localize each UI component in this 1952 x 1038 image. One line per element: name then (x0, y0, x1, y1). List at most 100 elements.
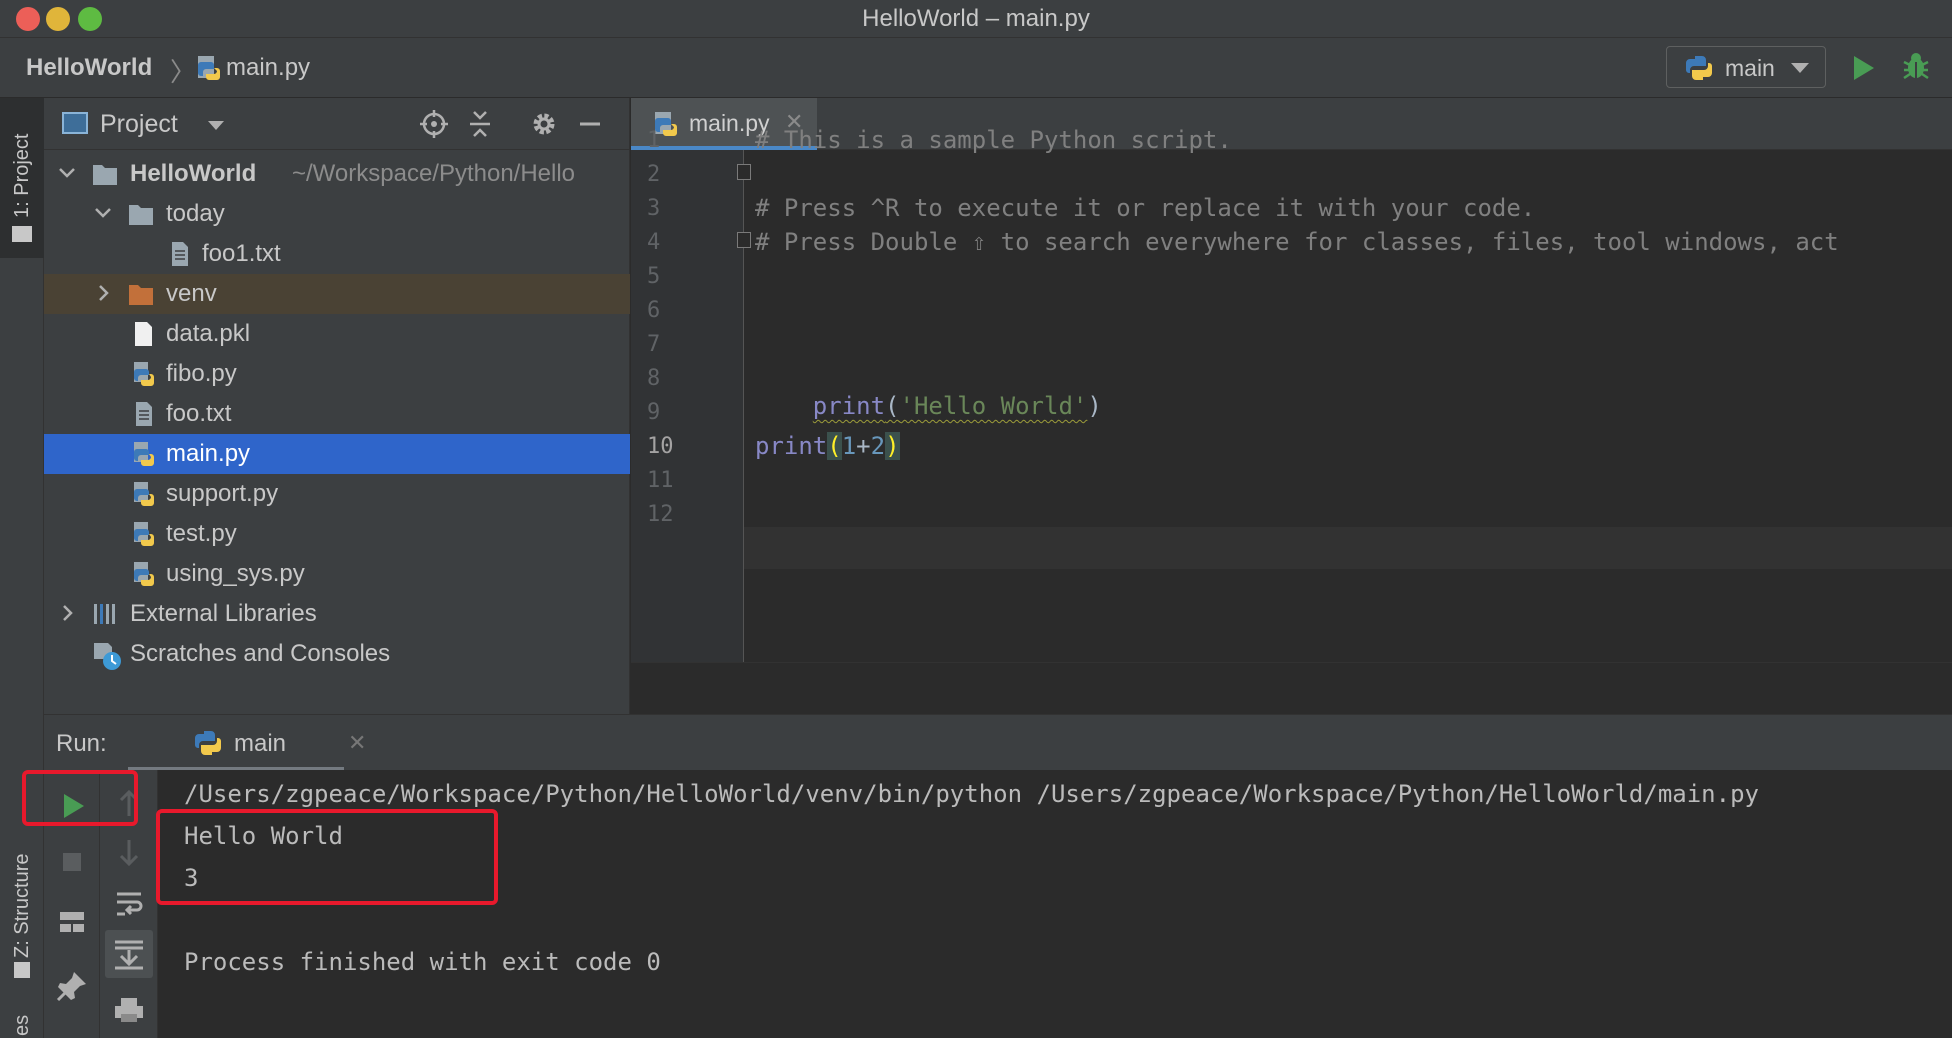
chevron-down-icon[interactable] (56, 162, 78, 184)
line-number: 8 (647, 366, 661, 391)
python-file-icon (130, 521, 156, 547)
run-panel-label: Run: (56, 730, 107, 757)
line-number: 12 (647, 502, 674, 527)
tool-window-tab-project[interactable]: 1: Project (0, 98, 44, 258)
structure-tab-label[interactable]: Z: Structure (11, 854, 34, 958)
run-configuration-label: main (1725, 55, 1775, 81)
scroll-to-end-icon[interactable] (105, 930, 153, 978)
dropdown-arrow-icon (1791, 63, 1809, 73)
tree-item-helloworld[interactable]: HelloWorld ~/Workspace/Python/Hello (44, 154, 630, 194)
tree-item-data-pkl[interactable]: data.pkl (44, 314, 630, 354)
text-file-icon (166, 241, 192, 267)
gear-icon[interactable] (528, 108, 560, 140)
tree-item-foo-txt[interactable]: foo.txt (44, 394, 630, 434)
scroll-down-icon[interactable] (109, 832, 149, 872)
stop-icon[interactable] (52, 842, 92, 882)
close-icon[interactable]: ✕ (348, 730, 366, 756)
run-tab-main[interactable]: main ✕ (128, 715, 366, 771)
tree-item-label: fibo.py (166, 360, 237, 387)
fold-icon[interactable] (737, 232, 751, 248)
project-tab-label: 1: Project (11, 133, 33, 218)
text-file-icon (130, 401, 156, 427)
tree-item-label: foo1.txt (202, 240, 281, 267)
debug-icon[interactable] (1900, 50, 1932, 82)
collapse-all-icon[interactable] (464, 108, 496, 140)
line-number: 3 (647, 196, 661, 221)
tree-item-path: ~/Workspace/Python/Hello (292, 160, 576, 187)
run-tab-label: main (234, 730, 287, 757)
project-tool-window: Project HelloWorld ~/Workspace/Python/He… (44, 98, 630, 714)
tree-item-label: test.py (166, 520, 237, 547)
line-number: 1 (647, 128, 661, 153)
tree-item-label: foo.txt (166, 400, 232, 427)
code-token-number: 2 (870, 432, 886, 460)
chevron-right-icon[interactable] (56, 602, 78, 624)
chevron-down-icon[interactable] (92, 202, 114, 224)
breadcrumb-project[interactable]: HelloWorld (26, 54, 152, 82)
editor[interactable]: main.py ✕ 1 2 3 4 5 6 7 8 9 10 11 12 # T… (631, 98, 1952, 714)
libraries-icon (92, 601, 118, 627)
navigation-bar: HelloWorld 〉 main.py main (0, 38, 1952, 98)
tree-item-external-libraries[interactable]: External Libraries (44, 594, 630, 634)
locate-icon[interactable] (418, 108, 450, 140)
chevron-right-icon[interactable] (92, 282, 114, 304)
folder-icon (128, 201, 154, 227)
project-view-select[interactable]: Project (100, 110, 178, 139)
code-line-3: # Press ^R to execute it or replace it w… (755, 194, 1536, 222)
python-file-icon (130, 561, 156, 587)
structure-icon (14, 962, 30, 978)
tree-item-main-py[interactable]: main.py (44, 434, 630, 474)
breadcrumb-file[interactable]: main.py (226, 54, 310, 82)
python-file-icon (194, 54, 222, 87)
pin-icon[interactable] (52, 966, 92, 1006)
line-number: 9 (647, 400, 661, 425)
code-token-function: print (755, 432, 828, 460)
window-title: HelloWorld – main.py (862, 5, 1090, 32)
editor-bottom-area (631, 662, 1952, 714)
favorites-tab-label[interactable]: es (11, 1015, 34, 1036)
annotation-highlight-run-button (22, 770, 138, 826)
tree-item-using-sys-py[interactable]: using_sys.py (44, 554, 630, 594)
print-icon[interactable] (109, 990, 149, 1030)
python-file-icon (130, 481, 156, 507)
line-number: 5 (647, 264, 661, 289)
chevron-down-icon[interactable] (208, 121, 224, 130)
console-line-exit: Process finished with exit code 0 (184, 948, 661, 976)
console-line-command: /Users/zgpeace/Workspace/Python/HelloWor… (184, 780, 1759, 808)
run-icon[interactable] (1854, 56, 1874, 80)
code-line-4: # Press Double ⇧ to search everywhere fo… (755, 228, 1839, 256)
python-file-icon (130, 441, 156, 467)
file-icon (130, 321, 156, 347)
annotation-highlight-output (156, 809, 498, 905)
tree-item-label: using_sys.py (166, 560, 305, 587)
run-configuration-select[interactable]: main (1666, 46, 1826, 88)
project-panel-header: Project (44, 98, 630, 150)
python-icon (194, 729, 222, 762)
code-line-10: print(1+2) (755, 432, 900, 460)
tree-item-today[interactable]: today (44, 194, 630, 234)
tree-item-fibo-py[interactable]: fibo.py (44, 354, 630, 394)
tree-item-support-py[interactable]: support.py (44, 474, 630, 514)
tree-item-label: HelloWorld (130, 160, 257, 187)
project-view-icon (62, 112, 88, 134)
tree-item-label: today (166, 200, 225, 227)
python-file-icon (130, 361, 156, 387)
code-token-function: print (812, 392, 886, 420)
soft-wrap-icon[interactable] (109, 884, 149, 924)
fold-guide (743, 150, 744, 662)
tree-item-label: External Libraries (130, 600, 317, 627)
line-number: 7 (647, 332, 661, 357)
python-icon (1685, 54, 1713, 87)
layout-icon[interactable] (52, 902, 92, 942)
code-token-paren: ( (885, 392, 900, 420)
hide-panel-icon[interactable] (574, 108, 606, 140)
breadcrumb-separator: 〉 (170, 57, 197, 87)
fold-icon[interactable] (737, 164, 751, 180)
tree-item-scratches[interactable]: Scratches and Consoles (44, 634, 630, 674)
tree-item-foo1-txt[interactable]: foo1.txt (44, 234, 630, 274)
line-number: 6 (647, 298, 661, 323)
tree-item-venv[interactable]: venv (44, 274, 630, 314)
tree-item-test-py[interactable]: test.py (44, 514, 630, 554)
code-token-paren-matched: ) (885, 432, 900, 460)
code-token-string: 'Hello World' (899, 392, 1088, 420)
